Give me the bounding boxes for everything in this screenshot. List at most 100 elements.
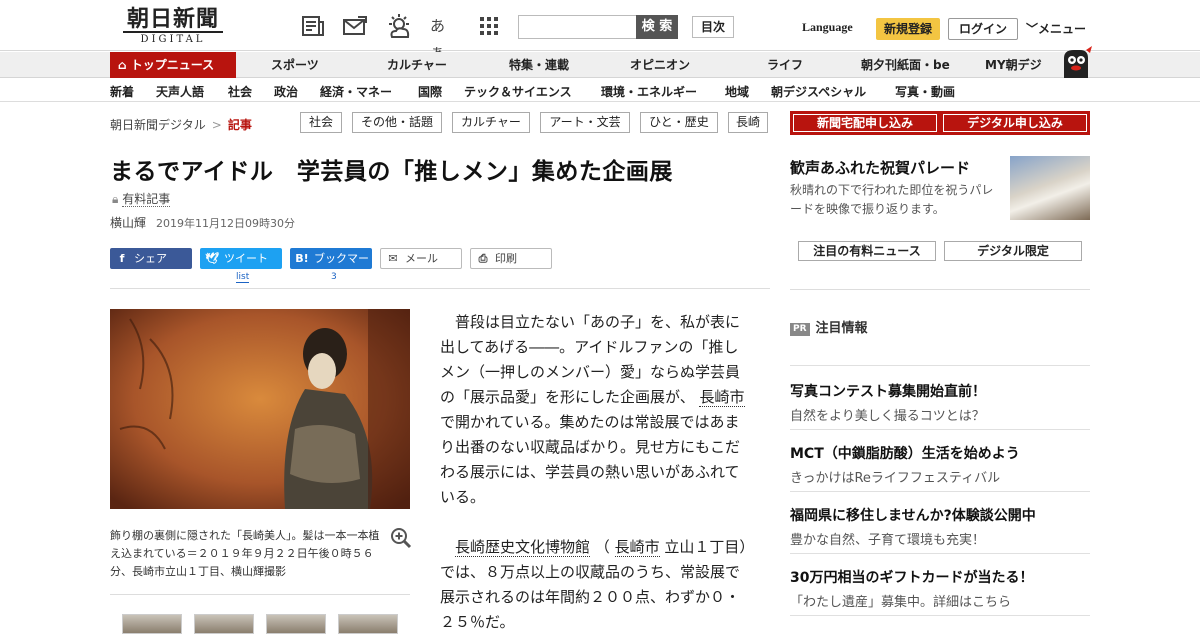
- print-label: 印刷: [495, 252, 517, 265]
- facebook-icon: f: [119, 252, 125, 265]
- twitter-share-label: ツイート: [224, 252, 268, 265]
- paid-label-text[interactable]: 有料記事: [122, 192, 171, 207]
- twitter-bird-icon: 🕊︎: [205, 252, 219, 265]
- menu-button[interactable]: ﹀メニュー: [1026, 20, 1086, 37]
- pr-item[interactable]: 写真コンテスト募集開始直前！ 自然をより美しく撮るコツとは？: [790, 381, 1090, 424]
- mail-share-button[interactable]: ✉ メール: [380, 248, 462, 269]
- newspaper-icon[interactable]: [300, 13, 326, 39]
- login-button[interactable]: ログイン: [948, 18, 1018, 40]
- pr-item[interactable]: 30万円相当のギフトカードが当たる！ 「わたし遺産」募集中。詳細はこちら: [790, 567, 1090, 610]
- tag-art-literature[interactable]: アート・文芸: [540, 112, 630, 133]
- publish-date: 2019年11月12日09時30分: [156, 217, 295, 230]
- breadcrumb-separator: >: [211, 118, 222, 132]
- paragraph-text: （: [594, 538, 610, 556]
- hatena-bookmark-button[interactable]: B! ブックマーク: [290, 248, 372, 286]
- pr-heading-text: 注目情報: [815, 321, 868, 336]
- gnav-life[interactable]: ライフ: [767, 52, 803, 78]
- search-input[interactable]: [518, 15, 638, 39]
- photo-thumbnail[interactable]: [194, 614, 254, 634]
- pr-item-title[interactable]: 写真コンテスト募集開始直前！: [790, 381, 1090, 401]
- table-of-contents-button[interactable]: 目次: [692, 16, 734, 38]
- weather-icon[interactable]: [386, 13, 412, 39]
- snav-special[interactable]: 朝デジスペシャル: [771, 83, 866, 100]
- digital-subscribe-button[interactable]: デジタル申し込み: [940, 111, 1090, 135]
- twitter-share-button[interactable]: 🕊︎ ツイート: [200, 248, 282, 269]
- snav-politics[interactable]: 政治: [274, 83, 298, 100]
- snav-economy[interactable]: 経済・マネー: [320, 83, 392, 100]
- pr-item-sub[interactable]: 「わたし遺産」募集中。詳細はこちら: [790, 591, 1090, 610]
- gnav-features[interactable]: 特集・連載: [509, 52, 569, 78]
- tag-people-history[interactable]: ひと・歴史: [640, 112, 718, 133]
- gnav-sports[interactable]: スポーツ: [271, 52, 319, 78]
- logo-english: DIGITAL: [123, 31, 223, 46]
- nagasaki-city-link[interactable]: 長崎市: [699, 388, 745, 407]
- tag-other-topics[interactable]: その他・話題: [352, 112, 442, 133]
- photo-thumbnail[interactable]: [338, 614, 398, 634]
- register-button[interactable]: 新規登録: [876, 18, 940, 40]
- chevron-down-icon: ﹀: [1026, 22, 1039, 36]
- museum-link[interactable]: 長崎歴史文化博物館: [455, 538, 591, 557]
- photo-thumbnail[interactable]: [122, 614, 182, 634]
- facebook-share-button[interactable]: f シェア: [110, 248, 192, 269]
- pr-item-title[interactable]: 30万円相当のギフトカードが当たる！: [790, 567, 1090, 587]
- tag-society[interactable]: 社会: [300, 112, 342, 133]
- global-nav: ⌂ トップニュース スポーツ カルチャー 特集・連載 オピニオン ライフ 朝夕刊…: [0, 52, 1200, 78]
- snav-photo-video[interactable]: 写真・動画: [895, 83, 955, 100]
- newspaper-subscribe-button[interactable]: 新聞宅配申し込み: [790, 111, 940, 135]
- tag-culture[interactable]: カルチャー: [452, 112, 530, 133]
- pr-item-sub[interactable]: 豊かな自然、子育て環境も充実！: [790, 529, 1090, 548]
- breadcrumb-current: 記事: [227, 118, 252, 132]
- pr-item-sub[interactable]: きっかけはReライフフェスティバル: [790, 467, 1090, 486]
- paragraph-text: 普段は目立たない「あの子」を、私が表に出してあげる――。アイドルファンの「推しメ…: [440, 313, 741, 406]
- grid-menu-icon[interactable]: [476, 13, 502, 39]
- pr-item[interactable]: 福岡県に移住しませんか?体験談公開中 豊かな自然、子育て環境も充実！: [790, 505, 1090, 548]
- snav-tenseijingo[interactable]: 天声人語: [156, 83, 204, 100]
- gnav-top-news[interactable]: ⌂ トップニュース: [110, 52, 236, 78]
- snav-latest[interactable]: 新着: [110, 83, 134, 100]
- zoom-in-icon[interactable]: [390, 527, 412, 549]
- pr-badge: PR: [790, 323, 810, 336]
- thumbnail-divider: [110, 594, 410, 595]
- font-size-icon[interactable]: あぁ: [430, 13, 456, 61]
- gnav-my-asadigi[interactable]: MY朝デジ: [985, 52, 1042, 78]
- pr-item-title[interactable]: MCT（中鎖脂肪酸）生活を始めよう: [790, 443, 1090, 463]
- tag-nagasaki[interactable]: 長崎: [728, 112, 768, 133]
- snav-international[interactable]: 国際: [418, 83, 442, 100]
- digital-only-button[interactable]: デジタル限定: [944, 241, 1082, 261]
- pr-separator: [790, 365, 1090, 366]
- nagasaki-city-link[interactable]: 長崎市: [614, 538, 660, 557]
- gnav-opinion[interactable]: オピニオン: [630, 52, 690, 78]
- paid-news-button[interactable]: 注目の有料ニュース: [798, 241, 936, 261]
- lock-icon: 🔒︎: [112, 192, 119, 206]
- author-name: 横山輝: [110, 216, 147, 230]
- language-link[interactable]: Language: [802, 20, 853, 35]
- home-icon: ⌂: [118, 58, 127, 72]
- photo-thumbnail[interactable]: [266, 614, 326, 634]
- twitter-count-link[interactable]: list: [236, 272, 250, 283]
- feature-description[interactable]: 秋晴れの下で行われた即位を祝うパレードを映像で振り返ります。: [790, 181, 1002, 219]
- pr-item[interactable]: MCT（中鎖脂肪酸）生活を始めよう きっかけはReライフフェスティバル: [790, 443, 1090, 486]
- pr-item-sub[interactable]: 自然をより美しく撮るコツとは？: [790, 405, 1090, 424]
- gnav-label: トップニュース: [130, 58, 215, 72]
- print-button[interactable]: ⎙ 印刷: [470, 248, 552, 269]
- search-button[interactable]: 検 索: [636, 15, 678, 39]
- printer-icon: ⎙: [478, 252, 488, 265]
- gnav-newspaper[interactable]: 朝夕刊紙面・be: [861, 52, 950, 78]
- feature-title[interactable]: 歓声あふれた祝賀パレード: [790, 157, 970, 178]
- feature-thumbnail[interactable]: [1010, 156, 1090, 220]
- gnav-culture[interactable]: カルチャー: [387, 52, 447, 78]
- mail-icon[interactable]: [342, 13, 368, 39]
- byline: 横山輝 2019年11月12日09時30分: [110, 214, 295, 231]
- site-logo[interactable]: 朝日新聞 DIGITAL: [118, 7, 228, 47]
- pr-separator: [790, 615, 1090, 616]
- pr-item-title[interactable]: 福岡県に移住しませんか?体験談公開中: [790, 505, 1090, 525]
- snav-environment[interactable]: 環境・エネルギー: [601, 83, 697, 100]
- breadcrumb-home[interactable]: 朝日新聞デジタル: [110, 118, 206, 132]
- paragraph: 普段は目立たない「あの子」を、私が表に出してあげる――。アイドルファンの「推しメ…: [440, 310, 750, 510]
- hatena-count[interactable]: 3: [331, 272, 337, 282]
- snav-society[interactable]: 社会: [228, 83, 252, 100]
- snav-tech-science[interactable]: テック＆サイエンス: [464, 83, 572, 100]
- article-photo[interactable]: [110, 309, 410, 509]
- snav-region[interactable]: 地域: [725, 83, 749, 100]
- pr-separator: [790, 491, 1090, 492]
